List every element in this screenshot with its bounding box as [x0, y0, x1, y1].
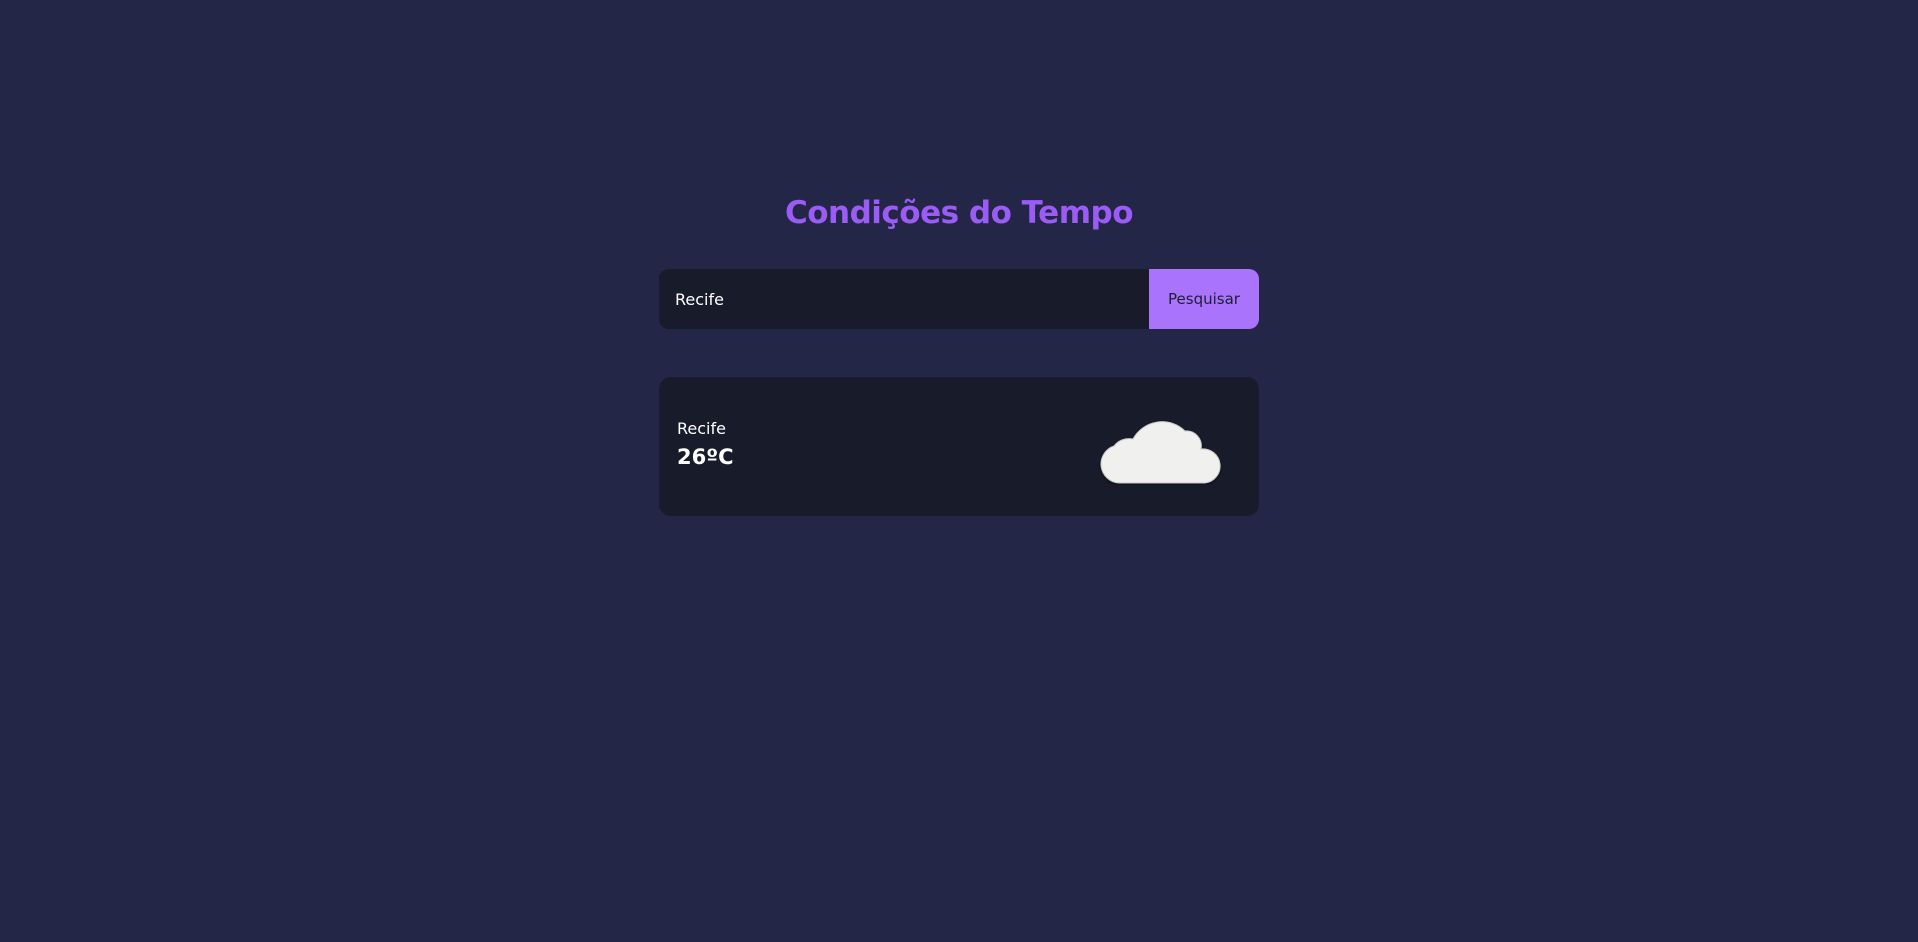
city-name: Recife [677, 419, 726, 438]
search-bar: Pesquisar [659, 269, 1259, 329]
temperature: 26ºC [677, 445, 734, 469]
weather-info: Recife 26ºC [677, 419, 733, 471]
cloud-icon [1100, 421, 1221, 484]
page-title: Condições do Tempo [785, 195, 1134, 231]
search-button[interactable]: Pesquisar [1149, 269, 1259, 329]
weather-card: Recife 26ºC [659, 377, 1259, 516]
weather-app: Condições do Tempo Pesquisar Recife 26ºC [0, 0, 1918, 942]
city-search-input[interactable] [659, 269, 1149, 329]
